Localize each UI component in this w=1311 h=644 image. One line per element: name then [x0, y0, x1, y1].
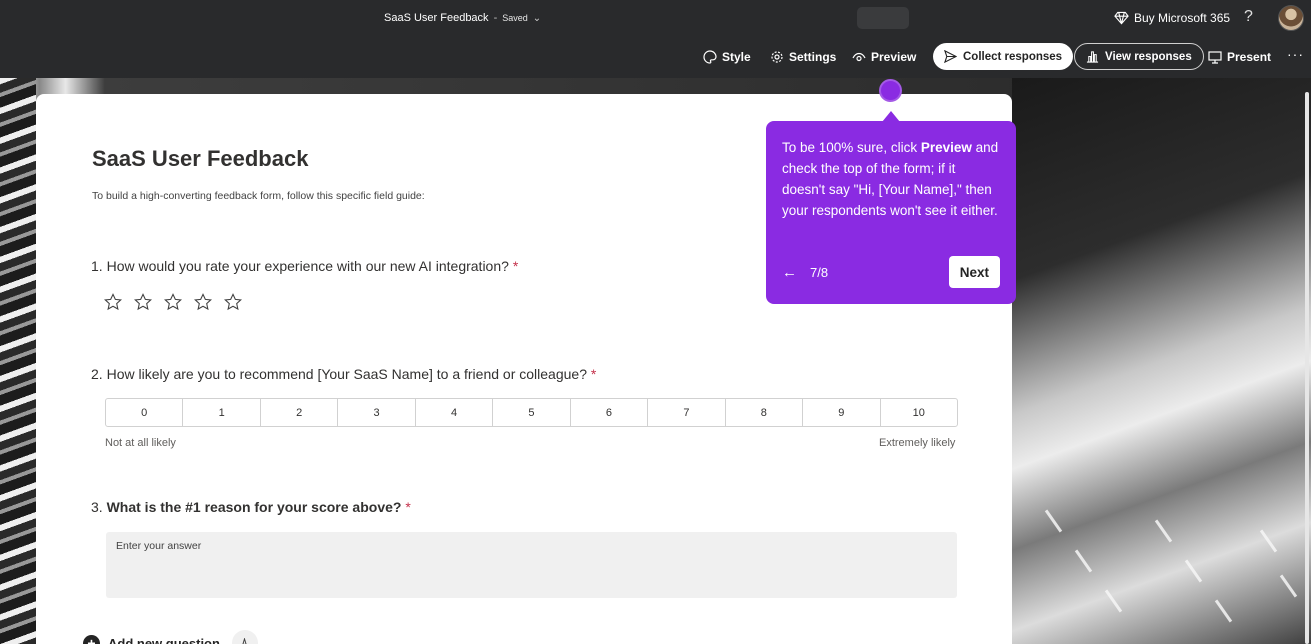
star-icon[interactable] [164, 293, 182, 311]
question-1[interactable]: 1. How would you rate your experience wi… [91, 258, 518, 274]
nps-option[interactable]: 10 [881, 399, 957, 426]
present-icon [1208, 51, 1222, 64]
tour-text-bold: Preview [920, 140, 972, 155]
buy-label: Buy Microsoft 365 [1134, 11, 1231, 25]
star-rating[interactable] [104, 293, 242, 311]
collect-label: Collect responses [963, 50, 1063, 63]
gear-icon [771, 51, 783, 63]
style-button[interactable]: Style [703, 47, 751, 67]
nps-high-label: Extremely likely [879, 437, 956, 449]
tour-message: To be 100% sure, click Preview and check… [782, 137, 1001, 221]
avatar[interactable] [1278, 5, 1304, 31]
eye-icon [852, 52, 866, 62]
background-right-panel [1012, 78, 1311, 644]
nps-option[interactable]: 5 [493, 399, 571, 426]
tour-tooltip: To be 100% sure, click Preview and check… [766, 111, 1016, 304]
hover-tooltip-ghost [857, 7, 909, 29]
view-responses-button[interactable]: View responses [1074, 43, 1204, 70]
preview-button[interactable]: Preview [852, 47, 916, 67]
palette-icon [703, 50, 717, 64]
document-title: SaaS User Feedback [384, 12, 489, 24]
style-label: Style [722, 50, 751, 64]
background-left-strip [0, 78, 36, 644]
send-icon [944, 50, 957, 63]
question-text: What is the #1 reason for your score abo… [106, 499, 402, 515]
settings-button[interactable]: Settings [770, 47, 836, 67]
nps-option[interactable]: 2 [261, 399, 339, 426]
nps-option[interactable]: 7 [648, 399, 726, 426]
settings-label: Settings [789, 50, 837, 64]
question-2[interactable]: 2. How likely are you to recommend [Your… [91, 366, 596, 382]
question-number: 3. [91, 499, 103, 515]
question-text: How likely are you to recommend [Your Sa… [106, 366, 587, 382]
form-title[interactable]: SaaS User Feedback [92, 146, 308, 172]
back-arrow-icon[interactable]: ← [782, 264, 797, 281]
question-number: 2. [91, 366, 103, 382]
required-marker: * [405, 499, 411, 515]
nps-option[interactable]: 3 [338, 399, 416, 426]
form-description[interactable]: To build a high-converting feedback form… [92, 190, 425, 202]
required-marker: * [590, 366, 597, 382]
tour-text-before: To be 100% sure, click [782, 140, 921, 155]
view-label: View responses [1105, 50, 1192, 63]
help-icon[interactable]: ? [1244, 8, 1253, 26]
nps-option[interactable]: 0 [106, 399, 184, 426]
question-3[interactable]: 3. What is the #1 reason for your score … [91, 499, 411, 515]
nps-option[interactable]: 9 [803, 399, 881, 426]
collect-responses-button[interactable]: Collect responses [933, 43, 1074, 70]
present-button[interactable]: Present [1208, 47, 1271, 67]
nps-low-label: Not at all likely [105, 437, 176, 449]
save-status: Saved [502, 13, 528, 23]
nps-option[interactable]: 4 [416, 399, 494, 426]
diamond-icon [1114, 11, 1129, 25]
nps-option[interactable]: 6 [571, 399, 649, 426]
question-text: How would you rate your experience with … [106, 258, 509, 274]
tour-hotspot[interactable] [879, 79, 902, 102]
buy-microsoft-365-link[interactable]: Buy Microsoft 365 [1114, 11, 1230, 25]
preview-label: Preview [871, 50, 917, 64]
document-title-area[interactable]: SaaS User Feedback - Saved ⌄ [384, 12, 541, 24]
next-button[interactable]: Next [948, 256, 1000, 288]
scrollbar[interactable] [1305, 92, 1309, 644]
star-icon[interactable] [134, 293, 152, 311]
top-bar: SaaS User Feedback - Saved ⌄ Buy Microso… [0, 0, 1311, 78]
title-separator: - [493, 12, 498, 24]
add-new-question-button[interactable]: + Add new question [83, 630, 258, 644]
tour-step-counter: 7/8 [810, 264, 829, 280]
star-icon[interactable] [224, 293, 242, 311]
add-question-label: Add new question [108, 635, 220, 644]
plus-icon: + [83, 634, 100, 644]
star-icon[interactable] [194, 293, 212, 311]
star-icon[interactable] [104, 293, 122, 311]
tour-footer: ← 7/8 Next [782, 256, 1000, 288]
required-marker: * [512, 258, 519, 274]
question-number: 1. [91, 258, 103, 274]
answer-input[interactable] [106, 532, 957, 598]
present-label: Present [1227, 50, 1272, 64]
copilot-icon[interactable] [231, 630, 258, 644]
chart-icon [1086, 51, 1099, 63]
more-options-icon[interactable]: ··· [1287, 46, 1304, 62]
nps-option[interactable]: 1 [183, 399, 261, 426]
nps-option[interactable]: 8 [726, 399, 804, 426]
nps-scale[interactable]: 0 1 2 3 4 5 6 7 8 9 10 [105, 398, 958, 427]
chevron-down-icon[interactable]: ⌄ [533, 13, 541, 24]
